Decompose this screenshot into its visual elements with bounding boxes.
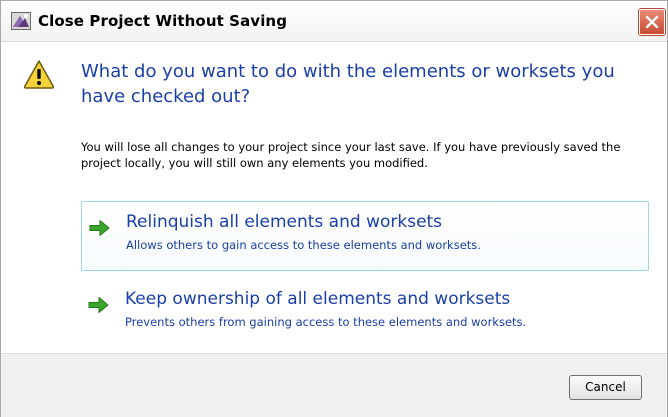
close-icon [645, 15, 659, 29]
relinquish-option-subtitle: Allows others to gain access to these el… [126, 238, 481, 252]
keep-ownership-option-subtitle: Prevents others from gaining access to t… [125, 315, 527, 329]
title-bar[interactable]: Close Project Without Saving [1, 1, 667, 42]
relinquish-option-title: Relinquish all elements and worksets [126, 212, 443, 232]
warning-icon [23, 59, 55, 89]
description-text: You will lose all changes to your projec… [81, 140, 621, 170]
dialog-footer: Cancel [1, 353, 667, 417]
keep-ownership-option-title: Keep ownership of all elements and works… [125, 289, 511, 309]
green-arrow-icon [88, 296, 110, 318]
main-instruction: What do you want to do with the elements… [81, 61, 615, 107]
close-project-dialog: Close Project Without Saving What do you… [0, 0, 668, 417]
window-title: Close Project Without Saving [38, 12, 288, 30]
cancel-button[interactable]: Cancel [569, 375, 642, 400]
green-arrow-icon [89, 219, 111, 241]
revit-app-icon [11, 12, 31, 30]
close-button[interactable] [639, 9, 665, 35]
keep-ownership-option-button[interactable]: Keep ownership of all elements and works… [81, 279, 649, 349]
relinquish-option-button[interactable]: Relinquish all elements and worksets All… [81, 201, 649, 271]
